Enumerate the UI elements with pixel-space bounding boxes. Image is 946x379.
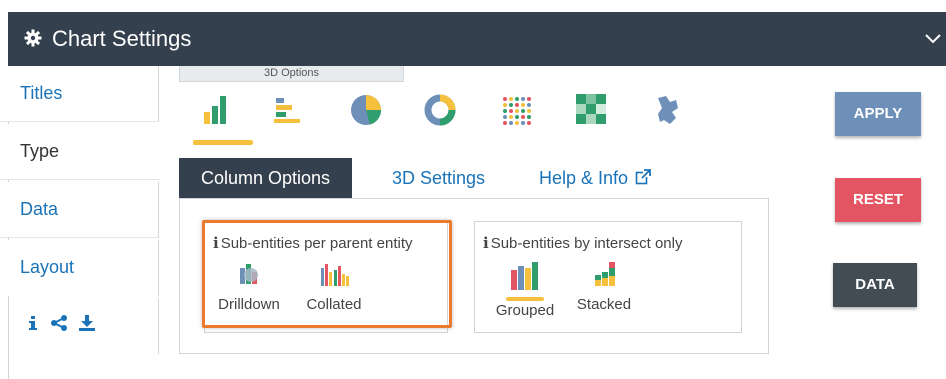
sidebar-item-type[interactable]: Type [0,124,160,180]
data-button[interactable]: DATA [833,263,917,307]
info-icon: i [213,234,219,252]
tab-column-options[interactable]: Column Options [179,158,353,198]
chevron-down-icon[interactable] [924,32,942,46]
grouped-label: Grouped [495,302,555,319]
sidebar-item-titles[interactable]: Titles [0,66,159,122]
per-parent-group: i Sub-entities per parent entity Drilldow… [204,221,448,333]
donut-chart-icon[interactable] [418,88,462,132]
apply-button[interactable]: APPLY [835,92,921,136]
column-chart-icon[interactable] [196,88,240,132]
pie-chart-icon[interactable] [344,88,388,132]
stacked-label: Stacked [576,296,632,313]
tab-3d-settings[interactable]: 3D Settings [392,158,485,198]
drilldown-icon [240,264,258,284]
heatmap-icon[interactable] [570,88,614,132]
sidebar-actions [0,298,159,354]
intersect-group: i Sub-entities by intersect only Grouped … [474,221,742,333]
collated-option[interactable]: Collated [299,260,369,313]
stacked-option[interactable]: Stacked [569,260,639,313]
info-icon[interactable] [24,314,42,332]
3d-options-tab[interactable]: 3D Options [179,66,404,82]
intersect-title: Sub-entities by intersect only [490,235,683,252]
column-options-panel: i Sub-entities per parent entity Drilldow… [179,198,769,354]
grouped-selected-indicator [506,297,544,301]
settings-sidebar: Titles Type Data Layout [0,66,160,354]
download-icon[interactable] [78,314,96,332]
sidebar-item-layout[interactable]: Layout [0,240,159,296]
chart-settings-header[interactable]: Chart Settings [8,12,946,66]
share-icon[interactable] [50,314,68,332]
tab-help-info[interactable]: Help & Info [539,158,652,198]
per-parent-header: i Sub-entities per parent entity [213,234,412,252]
reset-button[interactable]: RESET [835,178,921,222]
grouped-icon [511,262,538,290]
info-icon: i [483,234,489,252]
external-link-icon [635,169,652,185]
dot-matrix-icon[interactable] [494,88,538,132]
per-parent-title: Sub-entities per parent entity [220,235,413,252]
map-icon[interactable] [646,88,690,132]
grouped-option[interactable]: Grouped [489,260,561,319]
tab-help-info-label: Help & Info [539,168,629,188]
drilldown-option[interactable]: Drilldown [211,260,287,313]
sidebar-item-data[interactable]: Data [0,182,159,238]
selected-type-indicator [193,140,253,145]
drilldown-label: Drilldown [218,296,280,313]
intersect-header: i Sub-entities by intersect only [483,234,682,252]
stacked-icon [595,262,615,286]
bar-chart-icon[interactable] [266,88,310,132]
collated-label: Collated [306,296,362,313]
panel-title: Chart Settings [52,26,192,51]
collated-icon [321,264,349,286]
gear-icon [24,29,42,47]
